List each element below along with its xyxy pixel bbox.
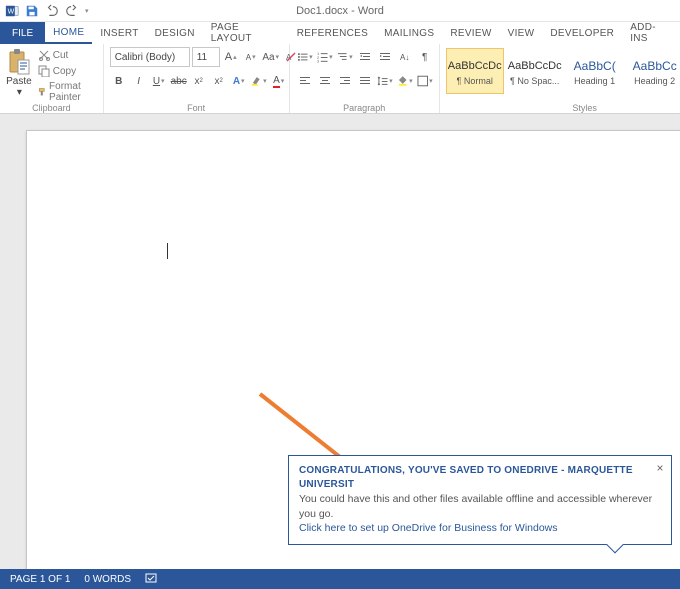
scissors-icon — [38, 49, 50, 61]
shrink-font-button[interactable]: A▾ — [242, 48, 260, 66]
format-painter-button[interactable]: Format Painter — [36, 80, 97, 104]
style-no-spacing[interactable]: AaBbCcDc ¶ No Spac... — [506, 48, 564, 94]
shading-button[interactable]: ▾ — [396, 72, 414, 90]
align-left-button[interactable] — [296, 72, 314, 90]
change-case-button[interactable]: Aa▾ — [262, 48, 280, 66]
group-styles: AaBbCcDc ¶ Normal AaBbCcDc ¶ No Spac... … — [440, 44, 680, 114]
subscript-button[interactable]: x2 — [190, 72, 208, 90]
tab-design[interactable]: DESIGN — [147, 22, 203, 44]
multilevel-list-button[interactable]: ▾ — [336, 48, 354, 66]
onedrive-toast: × CONGRATULATIONS, YOU'VE SAVED TO ONEDR… — [288, 455, 672, 545]
style-heading1[interactable]: AaBbC( Heading 1 — [566, 48, 624, 94]
status-page[interactable]: PAGE 1 OF 1 — [10, 574, 70, 585]
style-normal[interactable]: AaBbCcDc ¶ Normal — [446, 48, 504, 94]
svg-text:W: W — [8, 8, 15, 15]
group-label-font: Font — [104, 103, 289, 113]
paste-button[interactable]: Paste ▾ — [6, 46, 32, 98]
toast-link[interactable]: Click here to set up OneDrive for Busine… — [299, 521, 661, 536]
align-right-button[interactable] — [336, 72, 354, 90]
borders-button[interactable]: ▾ — [416, 72, 434, 90]
cut-button[interactable]: Cut — [36, 48, 97, 62]
group-paragraph: ▾ 123▾ ▾ A↓ ¶ ▾ ▾ ▾ Para — [290, 44, 440, 114]
superscript-button[interactable]: x2 — [210, 72, 228, 90]
word-app-icon: W — [4, 3, 20, 19]
group-label-styles: Styles — [440, 103, 680, 113]
window-title: Doc1.docx - Word — [296, 5, 384, 17]
document-area[interactable]: × CONGRATULATIONS, YOU'VE SAVED TO ONEDR… — [0, 114, 680, 569]
font-size-select[interactable] — [192, 47, 220, 67]
tab-review[interactable]: REVIEW — [442, 22, 499, 44]
title-bar: W ▾ Doc1.docx - Word — [0, 0, 680, 22]
copy-button[interactable]: Copy — [36, 64, 97, 78]
increase-indent-button[interactable] — [376, 48, 394, 66]
justify-button[interactable] — [356, 72, 374, 90]
paintbrush-icon — [38, 86, 46, 98]
tab-view[interactable]: VIEW — [500, 22, 543, 44]
paste-label: Paste — [6, 76, 32, 87]
group-clipboard: Paste ▾ Cut Copy Format Painter — [0, 44, 104, 114]
copy-icon — [38, 65, 50, 77]
style-heading2[interactable]: AaBbCc Heading 2 — [626, 48, 680, 94]
numbering-button[interactable]: 123▾ — [316, 48, 334, 66]
status-bar: PAGE 1 OF 1 0 WORDS — [0, 569, 680, 589]
word-app: W ▾ Doc1.docx - Word FILE HOME INSERT DE… — [0, 0, 680, 589]
svg-text:3: 3 — [317, 60, 319, 63]
tab-home[interactable]: HOME — [45, 22, 92, 44]
tab-developer[interactable]: DEVELOPER — [542, 22, 622, 44]
qat-customize-icon[interactable]: ▾ — [85, 7, 89, 15]
tab-page-layout[interactable]: PAGE LAYOUT — [203, 22, 289, 44]
text-cursor — [167, 243, 168, 259]
toast-body: You could have this and other files avai… — [299, 492, 661, 521]
save-icon[interactable] — [24, 3, 40, 19]
ribbon: Paste ▾ Cut Copy Format Painter — [0, 44, 680, 114]
sort-button[interactable]: A↓ — [396, 48, 414, 66]
tab-mailings[interactable]: MAILINGS — [376, 22, 442, 44]
bold-button[interactable]: B — [110, 72, 128, 90]
toast-title: CONGRATULATIONS, YOU'VE SAVED TO ONEDRIV… — [299, 464, 661, 492]
quick-access-toolbar: W ▾ — [0, 3, 89, 19]
spellcheck-icon[interactable] — [145, 572, 157, 587]
tab-addins[interactable]: ADD-INS — [622, 22, 680, 44]
group-label-paragraph: Paragraph — [290, 103, 439, 113]
bullets-button[interactable]: ▾ — [296, 48, 314, 66]
decrease-indent-button[interactable] — [356, 48, 374, 66]
highlight-button[interactable]: ▾ — [250, 72, 268, 90]
show-marks-button[interactable]: ¶ — [416, 48, 434, 66]
group-font: A▴ A▾ Aa▾ A B I U▾ abc x2 x2 A▾ ▾ A▾ Fon — [104, 44, 290, 114]
grow-font-button[interactable]: A▴ — [222, 48, 240, 66]
strikethrough-button[interactable]: abc — [170, 72, 188, 90]
group-label-clipboard: Clipboard — [0, 103, 103, 113]
text-effects-button[interactable]: A▾ — [230, 72, 248, 90]
status-words[interactable]: 0 WORDS — [84, 574, 131, 585]
tab-file[interactable]: FILE — [0, 22, 45, 44]
line-spacing-button[interactable]: ▾ — [376, 72, 394, 90]
font-color-button[interactable]: A▾ — [270, 72, 288, 90]
close-icon[interactable]: × — [653, 460, 667, 477]
redo-icon[interactable] — [64, 3, 80, 19]
tab-references[interactable]: REFERENCES — [289, 22, 376, 44]
undo-icon[interactable] — [44, 3, 60, 19]
font-name-select[interactable] — [110, 47, 190, 67]
ribbon-tabs: FILE HOME INSERT DESIGN PAGE LAYOUT REFE… — [0, 22, 680, 44]
italic-button[interactable]: I — [130, 72, 148, 90]
align-center-button[interactable] — [316, 72, 334, 90]
underline-button[interactable]: U▾ — [150, 72, 168, 90]
chevron-down-icon: ▾ — [17, 87, 22, 98]
tab-insert[interactable]: INSERT — [92, 22, 146, 44]
